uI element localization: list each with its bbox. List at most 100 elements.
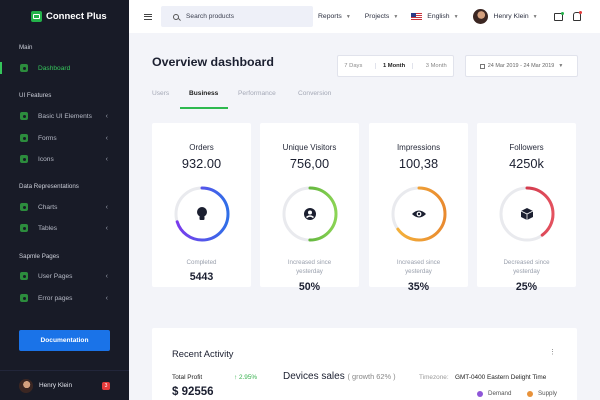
topbar: Reports ▼ Projects ▼ English ▼ Henry Kle…	[129, 0, 600, 33]
stat-footer-value: 50%	[298, 281, 321, 293]
chevron-left-icon: ‹	[105, 272, 108, 280]
user-dropdown[interactable]: Henry Klein ▼	[472, 9, 538, 24]
progress-ring-svg	[282, 186, 338, 242]
active-tab-indicator	[180, 107, 228, 109]
total-profit-change: ↑ 2.95%	[234, 374, 258, 381]
legend-label: Supply	[538, 390, 557, 397]
sidebar-item-icons[interactable]: Icons ‹	[0, 152, 129, 166]
sidebar-item-label: Icons	[38, 155, 54, 163]
language-label: English	[427, 13, 450, 20]
search-icon	[173, 13, 179, 20]
sidebar-item-error-pages[interactable]: Error pages ‹	[0, 291, 129, 305]
lock-icon	[20, 272, 28, 280]
bell-icon[interactable]	[572, 11, 582, 21]
cube-icon	[520, 208, 534, 220]
date-range-text: 24 Mar 2019 - 24 Mar 2019	[487, 63, 555, 69]
sidebar-item-basic-ui-elements[interactable]: Basic UI Elements ‹	[0, 109, 129, 123]
sidebar-item-dashboard[interactable]: Dashboard	[0, 61, 129, 75]
stat-sub-label: Completed	[186, 259, 217, 266]
legend-demand: Demand	[477, 390, 511, 397]
sidebar: Connect Plus Main Dashboard UI Features …	[0, 0, 129, 400]
sidebar-item-label: Tables	[38, 224, 58, 232]
sidebar-item-label: Basic UI Elements	[38, 112, 92, 120]
projects-label: Projects	[364, 13, 390, 20]
chevron-left-icon: ‹	[105, 155, 108, 163]
documentation-button[interactable]: Documentation	[19, 330, 110, 351]
dashboard-icon	[20, 64, 28, 72]
avatar	[19, 378, 33, 393]
sidebar-section-data-representations: Data Representations	[19, 183, 79, 190]
icons-icon	[20, 155, 28, 163]
stat-value: 932.00	[181, 156, 222, 171]
recent-activity-title: Recent Activity	[172, 348, 234, 359]
date-range-picker[interactable]: 24 Mar 2019 - 24 Mar 2019 ▼	[465, 55, 578, 77]
search-input[interactable]	[186, 13, 306, 20]
devices-sales-heading: Devices sales ( growth 62% )	[283, 371, 396, 382]
chevron-down-icon: ▼	[453, 13, 459, 20]
forms-icon	[20, 134, 28, 142]
sidebar-user-name: Henry Klein	[39, 382, 73, 389]
timezone-label: Timezone:	[419, 374, 449, 381]
chevron-down-icon: ▼	[393, 13, 399, 20]
progress-ring	[390, 185, 448, 243]
reports-label: Reports	[318, 13, 342, 20]
recent-activity-card: Recent Activity ⋮ Total Profit ↑ 2.95% $…	[152, 328, 577, 400]
sidebar-user[interactable]: Henry Klein 3	[0, 370, 129, 400]
layers-icon	[20, 112, 28, 120]
sidebar-section-ui-features: UI Features	[19, 92, 52, 99]
more-options-icon[interactable]: ⋮	[549, 348, 556, 356]
stat-sub-label: Increased since yesterday	[396, 259, 441, 275]
progress-ring-svg	[391, 186, 447, 242]
sidebar-item-tables[interactable]: Tables ‹	[0, 221, 129, 235]
eye-icon	[412, 210, 426, 218]
stat-footer-value: 35%	[407, 281, 430, 293]
range-1-month[interactable]: 1 Month	[374, 63, 414, 69]
chevron-down-icon: ▼	[558, 63, 564, 69]
chevron-left-icon: ‹	[105, 294, 108, 302]
tab-users[interactable]: Users	[152, 90, 180, 109]
bell-indicator	[578, 11, 582, 14]
progress-ring	[173, 185, 231, 243]
sidebar-item-label: Error pages	[38, 294, 73, 302]
brand-logo-icon	[31, 11, 42, 22]
progress-ring	[281, 185, 339, 243]
stat-label: Unique Visitors	[282, 143, 337, 152]
user-icon	[304, 208, 316, 220]
sidebar-item-user-pages[interactable]: User Pages ‹	[0, 269, 129, 283]
sidebar-item-charts[interactable]: Charts ‹	[0, 200, 129, 214]
range-7-days[interactable]: 7 Days	[344, 63, 362, 69]
tab-conversion[interactable]: Conversion	[298, 90, 348, 109]
stat-value: 100,38	[398, 156, 439, 171]
menu-toggle-icon[interactable]	[144, 13, 152, 20]
stat-label: Impressions	[396, 143, 441, 152]
sidebar-item-label: Forms	[38, 134, 57, 142]
mail-icon[interactable]	[553, 11, 564, 21]
legend-dot	[477, 390, 483, 397]
legend-supply: Supply	[527, 390, 557, 397]
stat-card-impressions: Impressions 100,38 Increased since yeste…	[369, 123, 468, 293]
sidebar-item-label: Dashboard	[38, 64, 71, 72]
us-flag-icon	[411, 12, 423, 21]
brand[interactable]: Connect Plus	[0, 0, 129, 33]
brand-name: Connect Plus	[46, 11, 107, 22]
chevron-left-icon: ‹	[105, 112, 108, 120]
mail-indicator	[560, 11, 564, 15]
lightbulb-icon	[197, 207, 207, 220]
progress-ring-svg	[174, 186, 230, 242]
timezone-value: GMT-0400 Eastern Delight Time	[455, 374, 547, 381]
notification-badge[interactable]: 3	[102, 381, 110, 390]
projects-dropdown[interactable]: Projects ▼	[365, 13, 399, 20]
avatar	[472, 9, 488, 24]
stat-card-unique-visitors: Unique Visitors 756,00 Increased since y…	[260, 123, 359, 293]
tab-performance[interactable]: Performance	[238, 90, 298, 109]
reports-dropdown[interactable]: Reports ▼	[318, 13, 351, 20]
search-box[interactable]	[161, 6, 313, 27]
range-3-month[interactable]: 3 Month	[426, 63, 447, 69]
range-selector: 7 Days 1 Month 3 Month	[337, 55, 454, 77]
sidebar-item-forms[interactable]: Forms ‹	[0, 131, 129, 145]
stat-footer-value: 25%	[515, 281, 538, 293]
legend-dot	[527, 390, 533, 397]
chevron-down-icon: ▼	[345, 13, 351, 20]
language-dropdown[interactable]: English ▼	[411, 12, 459, 21]
chevron-left-icon: ‹	[105, 224, 108, 232]
